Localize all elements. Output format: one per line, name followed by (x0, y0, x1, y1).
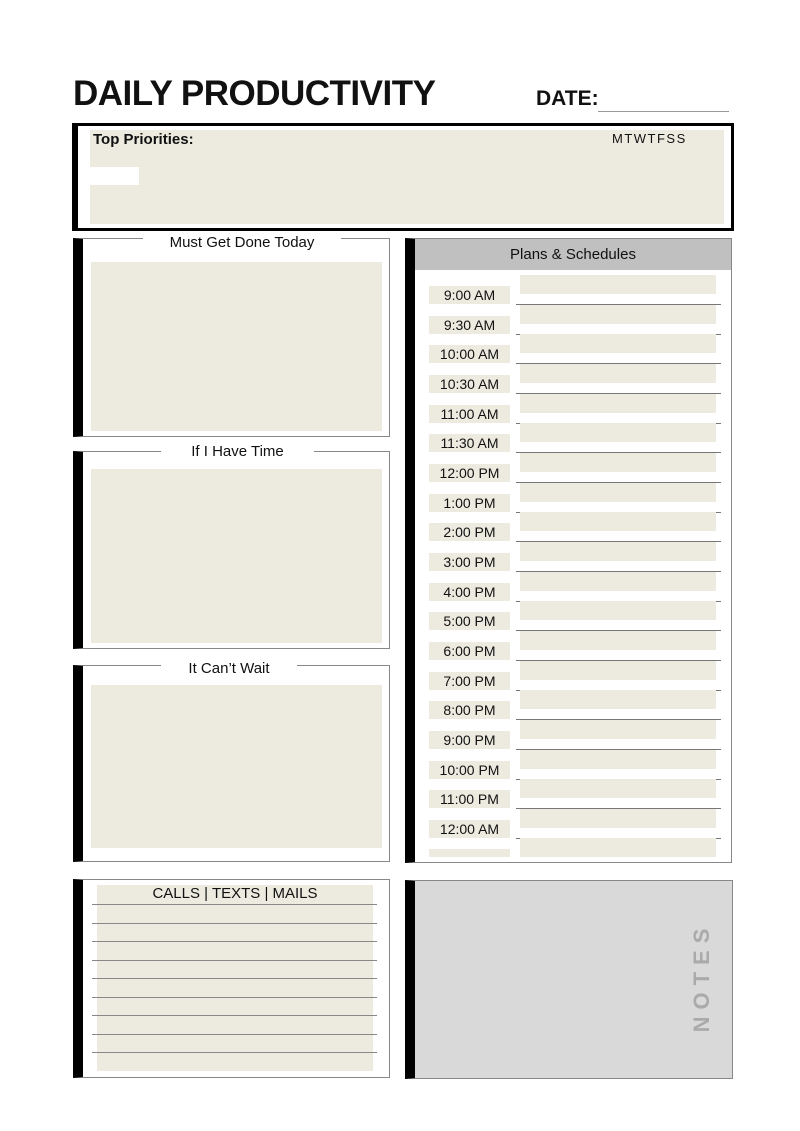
time-label: 9:00 AM (429, 286, 510, 304)
schedule-entry[interactable] (520, 601, 716, 621)
if-i-have-time-field[interactable] (91, 469, 382, 643)
schedule-entry[interactable] (520, 720, 716, 740)
date-label: DATE: (536, 87, 599, 110)
calls-line (92, 996, 377, 998)
calls-line (92, 1052, 377, 1053)
schedule-entry[interactable] (520, 453, 716, 473)
calls-line (92, 959, 377, 961)
time-label: 10:30 AM (429, 375, 510, 393)
time-label: 9:00 PM (429, 731, 510, 750)
schedule-entry[interactable] (520, 334, 716, 354)
it-cant-wait-title: It Can’t Wait (161, 659, 297, 679)
time-label-partial (429, 849, 510, 857)
schedule-entry[interactable] (520, 809, 716, 829)
time-label: 4:00 PM (429, 582, 510, 601)
schedule-entry[interactable] (520, 423, 716, 443)
calls-line (92, 1015, 377, 1016)
schedule-entry[interactable] (520, 749, 716, 769)
notes-label: NOTES (689, 921, 714, 1033)
time-label: 10:00 PM (429, 760, 510, 779)
schedule-entry[interactable] (520, 779, 716, 799)
schedule-entry[interactable] (520, 631, 716, 651)
schedule-entry[interactable] (520, 393, 716, 413)
calls-line (92, 1033, 377, 1035)
white-patch (90, 167, 139, 185)
page-title: DAILY PRODUCTIVITY (73, 74, 436, 113)
time-label: 11:00 PM (429, 790, 510, 809)
calls-line (92, 978, 377, 979)
must-get-done-field[interactable] (91, 262, 382, 431)
calls-line (92, 941, 377, 942)
time-label: 11:30 AM (429, 434, 510, 453)
time-label: 10:00 AM (429, 345, 510, 364)
it-cant-wait-field[interactable] (91, 685, 382, 848)
schedule-entry[interactable] (520, 690, 716, 710)
schedule-entry[interactable] (520, 304, 716, 324)
time-label: 9:30 AM (429, 315, 510, 334)
must-get-done-title: Must Get Done Today (143, 232, 341, 254)
top-priorities-label: Top Priorities: (93, 131, 194, 148)
calls-title: CALLS | TEXTS | MAILS (152, 885, 318, 902)
time-label: 3:00 PM (429, 553, 510, 572)
time-label: 11:00 AM (429, 404, 510, 423)
schedule-entry[interactable] (520, 275, 716, 294)
time-label: 7:00 PM (429, 671, 510, 690)
schedule-entry[interactable] (520, 364, 716, 383)
weekday-selector[interactable]: MTWTFSS (612, 131, 687, 146)
notes-field[interactable] (405, 880, 733, 1079)
schedule-entry[interactable] (520, 571, 716, 591)
calls-line (92, 904, 377, 905)
plans-schedules-title: Plans & Schedules (415, 239, 731, 270)
calls-line (92, 922, 377, 924)
time-label: 2:00 PM (429, 523, 510, 542)
if-i-have-time-title: If I Have Time (161, 442, 314, 462)
date-field[interactable] (598, 111, 729, 112)
time-label: 1:00 PM (429, 493, 510, 512)
time-label: 6:00 PM (429, 642, 510, 661)
schedule-entry-partial[interactable] (520, 838, 716, 857)
schedule-entry[interactable] (520, 482, 716, 502)
schedule-entry[interactable] (520, 512, 716, 532)
time-label: 8:00 PM (429, 701, 510, 720)
time-label: 5:00 PM (429, 612, 510, 631)
time-label: 12:00 PM (429, 464, 510, 483)
schedule-entry[interactable] (520, 660, 716, 680)
time-label: 12:00 AM (429, 820, 510, 839)
schedule-entry[interactable] (520, 542, 716, 562)
